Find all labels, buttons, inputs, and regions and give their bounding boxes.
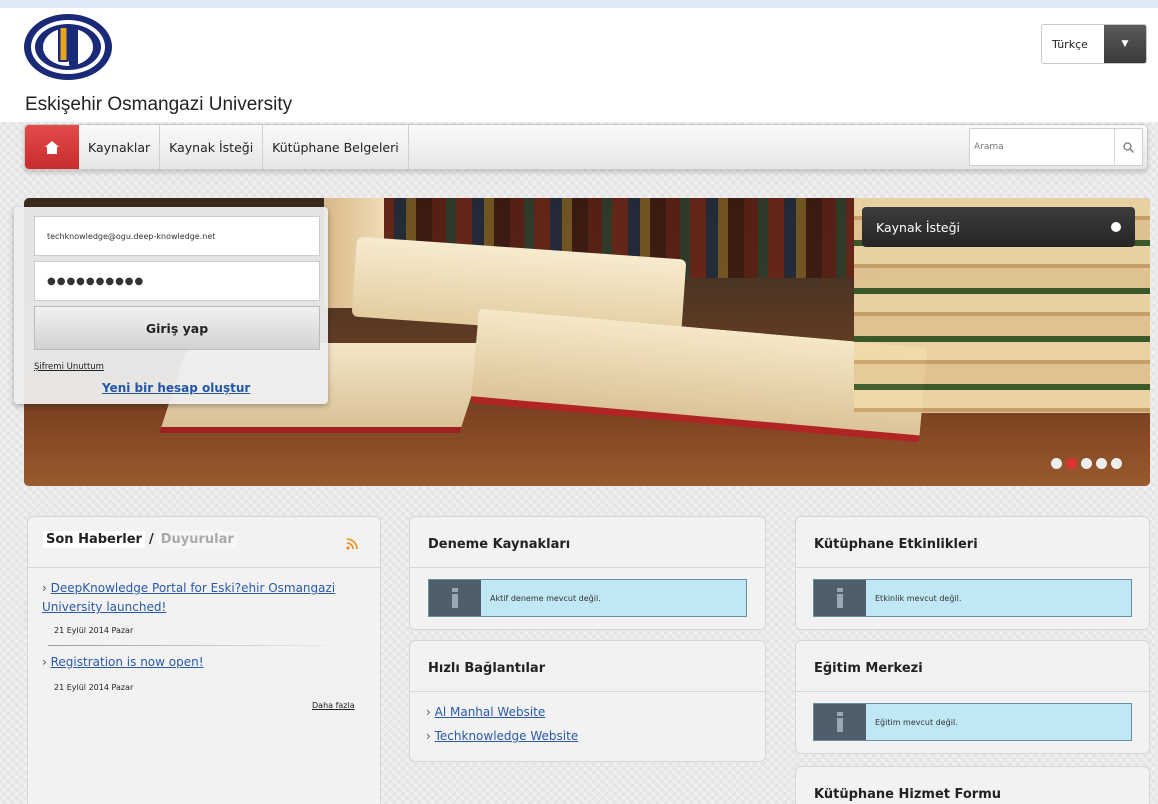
- main-nav: Kaynaklar Kaynak İsteği Kütüphane Belgel…: [24, 124, 1148, 170]
- slider-dot[interactable]: [1111, 458, 1122, 469]
- news-item-link[interactable]: Registration is now open!: [51, 655, 204, 669]
- quick-links-panel: Hızlı Bağlantılar › Al Manhal Website › …: [409, 640, 766, 762]
- resource-request-button[interactable]: Kaynak İsteği: [862, 207, 1135, 247]
- news-item-date: 21 Eylül 2014 Pazar: [54, 683, 134, 692]
- search-icon: [1123, 141, 1134, 153]
- home-icon: [45, 140, 59, 154]
- education-center-title: Eğitim Merkezi: [814, 661, 923, 676]
- chevron-down-icon[interactable]: ▼: [1104, 25, 1146, 63]
- tab-announcements[interactable]: Duyurular: [157, 531, 237, 548]
- search-button[interactable]: [1114, 129, 1142, 165]
- language-selector[interactable]: Türkçe ▼: [1041, 24, 1147, 64]
- education-center-panel: Eğitim Merkezi Eğitim mevcut değil.: [795, 640, 1150, 754]
- email-field[interactable]: techknowledge@ogu.deep-knowledge.net: [34, 216, 320, 256]
- library-events-message: Etkinlik mevcut değil.: [875, 593, 962, 603]
- language-selected: Türkçe: [1052, 37, 1088, 51]
- news-item: › Registration is now open!: [42, 655, 204, 669]
- trial-resources-title: Deneme Kaynakları: [428, 537, 571, 552]
- nav-item-kaynak-istegi[interactable]: Kaynak İsteği: [160, 125, 264, 169]
- tab-news[interactable]: Son Haberler: [43, 531, 145, 548]
- library-events-alert: Etkinlik mevcut değil.: [813, 579, 1132, 617]
- nav-item-kaynaklar[interactable]: Kaynaklar: [79, 125, 161, 169]
- service-form-panel: Kütüphane Hizmet Formu: [795, 766, 1150, 804]
- university-logo: [24, 14, 112, 80]
- info-icon: [429, 580, 481, 616]
- search-input[interactable]: [970, 129, 1114, 165]
- library-events-title: Kütüphane Etkinlikleri: [814, 537, 978, 552]
- news-item-date: 21 Eylül 2014 Pazar: [54, 626, 134, 635]
- service-form-title: Kütüphane Hizmet Formu: [814, 787, 1002, 802]
- quick-link-techknowledge[interactable]: Techknowledge Website: [435, 729, 579, 743]
- site-header: Eskişehir Osmangazi University: [0, 8, 1158, 122]
- trial-resources-alert: Aktif deneme mevcut değil.: [428, 579, 747, 617]
- login-button[interactable]: Giriş yap: [34, 306, 320, 350]
- quick-links-title: Hızlı Bağlantılar: [428, 661, 546, 676]
- trial-resources-message: Aktif deneme mevcut değil.: [490, 593, 601, 603]
- education-center-message: Eğitim mevcut değil.: [875, 717, 958, 727]
- rss-icon[interactable]: [346, 537, 359, 550]
- slider-dot[interactable]: [1051, 458, 1062, 469]
- home-button[interactable]: [25, 125, 79, 169]
- more-news-link[interactable]: Daha fazla: [312, 701, 355, 710]
- info-icon: [814, 580, 866, 616]
- news-item-link[interactable]: DeepKnowledge Portal for Eski?ehir Osman…: [42, 581, 335, 614]
- arrow-right-icon: [1111, 222, 1121, 232]
- tab-separator: /: [148, 532, 154, 547]
- trial-resources-panel: Deneme Kaynakları Aktif deneme mevcut de…: [409, 516, 766, 630]
- nav-item-kutuphane-belgeleri[interactable]: Kütüphane Belgeleri: [263, 125, 409, 169]
- slider-dot-active[interactable]: [1066, 458, 1077, 469]
- info-icon: [814, 704, 866, 740]
- quick-link-item: › Techknowledge Website: [426, 729, 579, 743]
- create-account-link[interactable]: Yeni bir hesap oluştur: [102, 381, 250, 395]
- library-events-panel: Kütüphane Etkinlikleri Etkinlik mevcut d…: [795, 516, 1150, 630]
- forgot-password-link[interactable]: Şifremi Unuttum: [34, 362, 104, 372]
- search-box: [969, 128, 1143, 166]
- slider-dot[interactable]: [1081, 458, 1092, 469]
- top-strip: [0, 0, 1158, 8]
- login-panel: techknowledge@ogu.deep-knowledge.net ●●●…: [14, 207, 328, 404]
- slider-dot[interactable]: [1096, 458, 1107, 469]
- news-item: › DeepKnowledge Portal for Eski?ehir Osm…: [42, 581, 336, 614]
- university-name: Eskişehir Osmangazi University: [25, 94, 293, 115]
- password-field[interactable]: ●●●●●●●●●●: [34, 261, 320, 301]
- news-panel: Son Haberler / Duyurular › DeepKnowledge…: [27, 516, 381, 804]
- slider-dots: [1051, 458, 1122, 469]
- quick-link-al-manhal[interactable]: Al Manhal Website: [435, 705, 546, 719]
- education-center-alert: Eğitim mevcut değil.: [813, 703, 1132, 741]
- resource-request-label: Kaynak İsteği: [876, 219, 961, 235]
- quick-link-item: › Al Manhal Website: [426, 705, 546, 719]
